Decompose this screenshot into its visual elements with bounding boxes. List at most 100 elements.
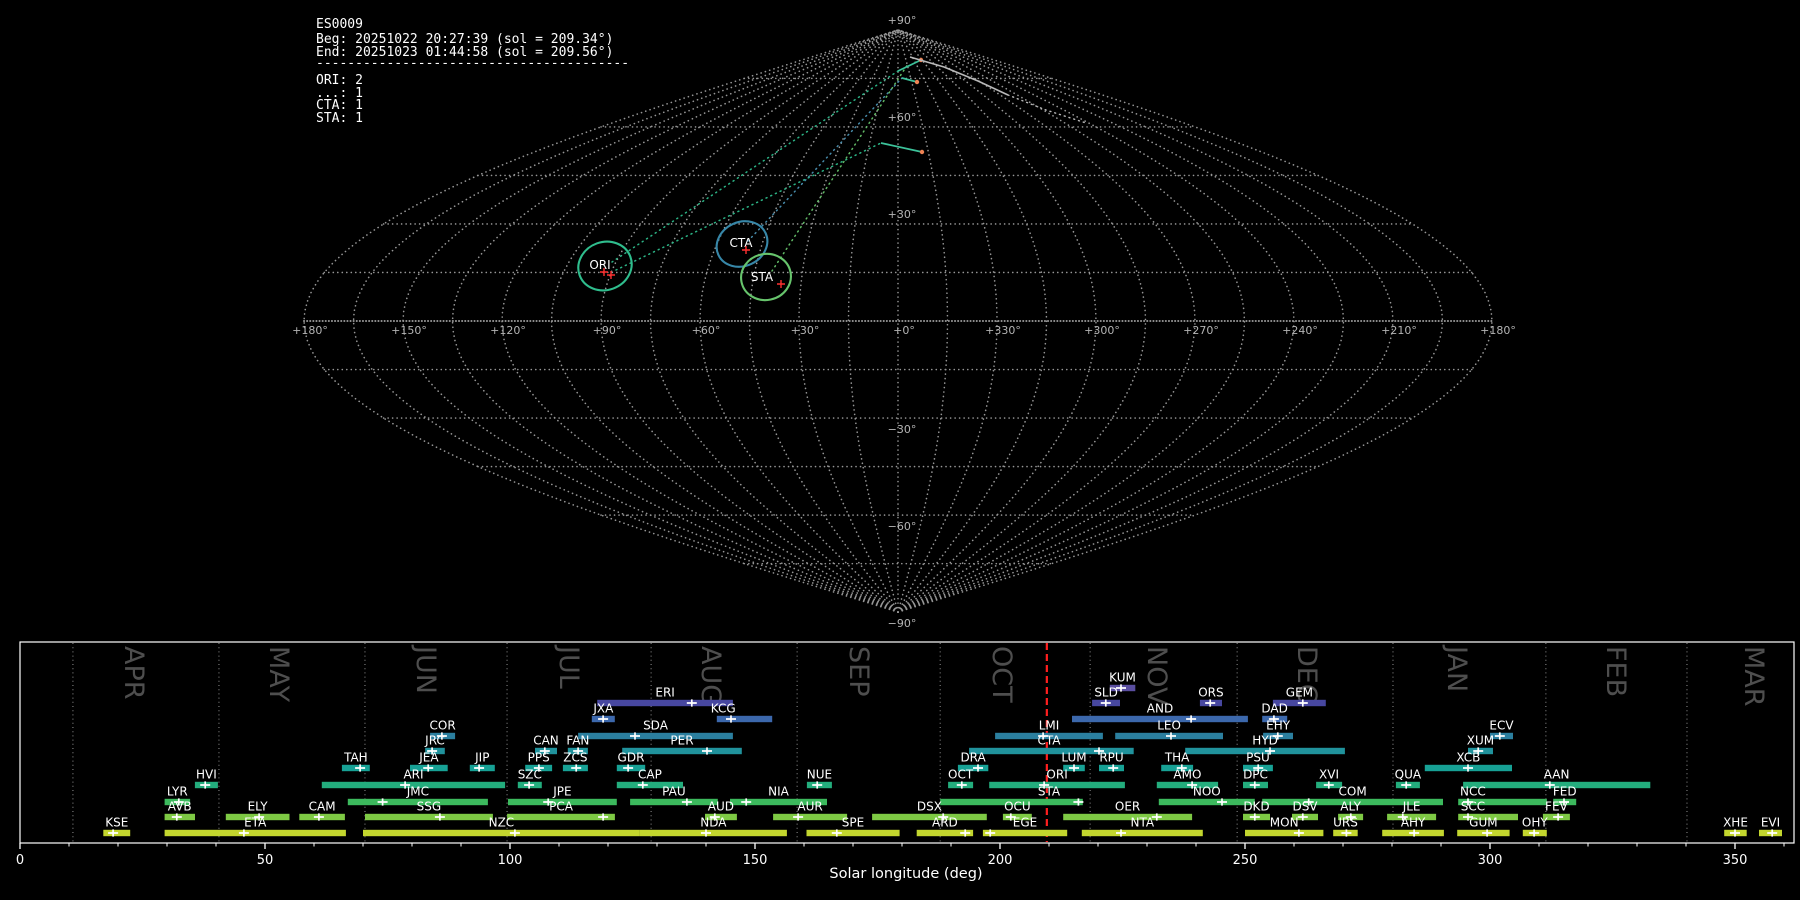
shower-label-SZC: SZC bbox=[518, 768, 542, 782]
shower-label-JRC: JRC bbox=[424, 734, 445, 748]
x-tick-label: 0 bbox=[16, 853, 24, 868]
shower-label-KUM: KUM bbox=[1109, 671, 1136, 685]
shower-label-XUM: XUM bbox=[1467, 734, 1494, 748]
shower-label-CAM: CAM bbox=[309, 800, 336, 814]
shower-bar-MON bbox=[1245, 830, 1323, 836]
shower-label-AHY: AHY bbox=[1401, 816, 1426, 830]
x-tick-label: 300 bbox=[1478, 853, 1503, 868]
shower-label-HVI: HVI bbox=[196, 768, 217, 782]
x-tick-label: 200 bbox=[988, 853, 1013, 868]
shower-bar-EGE bbox=[983, 830, 1067, 836]
separator-line: ---------------------------------------- bbox=[316, 56, 629, 71]
shower-label-CAN: CAN bbox=[533, 734, 559, 748]
shower-label-JLE: JLE bbox=[1402, 800, 1421, 814]
shower-label-RPU: RPU bbox=[1099, 751, 1123, 765]
shower-bar-SSG bbox=[365, 814, 493, 820]
shower-bar-NDA bbox=[640, 830, 787, 836]
lat-tick-label: +90° bbox=[888, 14, 917, 27]
month-label-oct: OCT bbox=[986, 646, 1017, 703]
shower-label-OER: OER bbox=[1115, 800, 1140, 814]
shower-label-STA: STA bbox=[1038, 785, 1061, 799]
shower-label-NCC: NCC bbox=[1460, 785, 1486, 799]
shower-label-AAN: AAN bbox=[1544, 768, 1570, 782]
lat-tick-label: +30° bbox=[888, 208, 917, 221]
shower-bar-SPE bbox=[807, 830, 900, 836]
shower-label-DPC: DPC bbox=[1243, 768, 1268, 782]
lon-tick-label: +60° bbox=[692, 324, 721, 337]
shower-label-KSE: KSE bbox=[105, 816, 128, 830]
shower-label-PCA: PCA bbox=[549, 800, 574, 814]
shower-label-JEA: JEA bbox=[418, 751, 439, 765]
shower-label-GEM: GEM bbox=[1286, 686, 1313, 700]
lon-tick-label: +240° bbox=[1282, 324, 1318, 337]
lat-tick-label: +60° bbox=[888, 111, 917, 124]
lat-tick-label: −30° bbox=[888, 423, 917, 436]
shower-label-JMC: JMC bbox=[406, 785, 429, 799]
shower-label-DRA: DRA bbox=[960, 751, 986, 765]
lon-tick-label: +150° bbox=[391, 324, 427, 337]
x-tick-label: 150 bbox=[743, 853, 768, 868]
x-axis-title: Solar longitude (deg) bbox=[829, 866, 982, 882]
shower-label-GUM: GUM bbox=[1469, 816, 1497, 830]
shower-label-EHY: EHY bbox=[1266, 719, 1291, 733]
lon-tick-label: +180° bbox=[292, 324, 328, 337]
shower-label-LMI: LMI bbox=[1039, 719, 1060, 733]
lon-tick-label: +30° bbox=[791, 324, 820, 337]
meteor-station-screen: +180°+150°+120°+90°+60°+30°+0°+330°+300°… bbox=[0, 0, 1800, 900]
shower-label-JPE: JPE bbox=[552, 785, 571, 799]
shower-label-QUA: QUA bbox=[1395, 768, 1422, 782]
lon-tick-label: +300° bbox=[1084, 324, 1120, 337]
shower-label-ALY: ALY bbox=[1340, 800, 1361, 814]
shower-label-HYD: HYD bbox=[1252, 734, 1278, 748]
shower-label-XCB: XCB bbox=[1456, 751, 1480, 765]
shower-label-DKD: DKD bbox=[1243, 800, 1269, 814]
month-label-may: MAY bbox=[263, 646, 294, 703]
shower-label-COM: COM bbox=[1339, 785, 1367, 799]
shower-label-AVB: AVB bbox=[168, 800, 192, 814]
shower-label-ELY: ELY bbox=[248, 800, 269, 814]
x-tick-label: 350 bbox=[1723, 853, 1748, 868]
shower-bar-NZC bbox=[363, 830, 640, 836]
shower-label-ARI: ARI bbox=[403, 768, 423, 782]
shower-label-GDR: GDR bbox=[618, 751, 645, 765]
shower-label-DAD: DAD bbox=[1261, 702, 1287, 716]
shower-label-LUM: LUM bbox=[1061, 751, 1086, 765]
shower-bar-ETA bbox=[165, 830, 346, 836]
shower-label-AMO: AMO bbox=[1173, 768, 1201, 782]
shower-label-XVI: XVI bbox=[1319, 768, 1339, 782]
shower-label-EVI: EVI bbox=[1761, 816, 1780, 830]
shower-label-NUE: NUE bbox=[807, 768, 832, 782]
shower-label-DSV: DSV bbox=[1292, 800, 1318, 814]
background bbox=[0, 0, 1800, 900]
shower-label-CTA: CTA bbox=[1038, 734, 1062, 748]
month-label-aug: AUG bbox=[695, 646, 726, 705]
shower-label-NIA: NIA bbox=[768, 785, 790, 799]
shower-label-PSU: PSU bbox=[1246, 751, 1270, 765]
shower-bar-NOO bbox=[1159, 799, 1255, 805]
shower-label-ARD: ARD bbox=[932, 816, 958, 830]
month-label-sep: SEP bbox=[843, 646, 874, 696]
shower-bar-NTA bbox=[1082, 830, 1203, 836]
shower-label-FEV: FEV bbox=[1545, 800, 1568, 814]
shower-label-KCG: KCG bbox=[711, 702, 736, 716]
lon-tick-label: +90° bbox=[593, 324, 622, 337]
shower-label-ORS: ORS bbox=[1198, 686, 1223, 700]
shower-label-SSG: SSG bbox=[417, 800, 442, 814]
shower-bar-KCG bbox=[717, 716, 772, 722]
shower-label-OHY: OHY bbox=[1522, 816, 1548, 830]
month-label-nov: NOV bbox=[1141, 646, 1172, 706]
radiant-label-ORI: ORI bbox=[589, 258, 610, 272]
shower-label-SLD: SLD bbox=[1094, 686, 1118, 700]
shower-label-AND: AND bbox=[1147, 702, 1173, 716]
track-end-point bbox=[915, 80, 919, 84]
shower-label-AUR: AUR bbox=[797, 800, 822, 814]
month-label-jul: JUL bbox=[553, 644, 584, 689]
shower-label-JIP: JIP bbox=[474, 751, 489, 765]
shower-label-TAH: TAH bbox=[343, 751, 368, 765]
shower-label-EGE: EGE bbox=[1013, 816, 1037, 830]
shower-label-ORI: ORI bbox=[1046, 768, 1067, 782]
shower-label-SCC: SCC bbox=[1461, 800, 1485, 814]
shower-label-CAP: CAP bbox=[638, 768, 662, 782]
shower-bar-PAU bbox=[630, 799, 718, 805]
shower-label-NOO: NOO bbox=[1193, 785, 1221, 799]
